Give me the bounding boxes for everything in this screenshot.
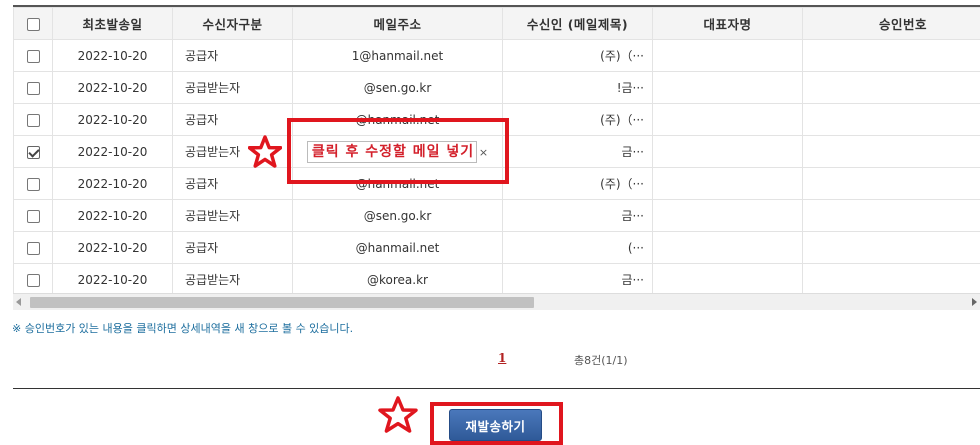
cell-email[interactable]: 1@hanmail.net: [292, 39, 503, 72]
cell-email[interactable]: @sen.go.kr: [292, 71, 503, 104]
row-checkbox[interactable]: [26, 273, 40, 287]
cell-date: 2022-10-20: [52, 103, 173, 136]
scroll-left-arrow-icon[interactable]: [16, 298, 21, 306]
header-ceo-name[interactable]: 대표자명: [652, 7, 803, 40]
row-checkbox[interactable]: [26, 81, 40, 95]
mail-table: 최초발송일 수신자구분 메일주소 수신인 (메일제목) 대표자명 승인번호 20…: [13, 7, 980, 293]
cell-date: 2022-10-20: [52, 263, 173, 293]
table-row[interactable]: 2022-10-20 공급자 @hanmail.net (··· !9: [13, 231, 980, 264]
row-checkbox[interactable]: [26, 49, 40, 63]
cell-recipient: 금···: [502, 199, 653, 232]
cell-type: 공급받는자: [172, 71, 293, 104]
table-row[interactable]: 2022-10-20 공급받는자 @sen.go.kr !금··· !9: [13, 71, 980, 104]
cell-email[interactable]: @sen.go.kr: [292, 199, 503, 232]
cell-recipient: 금···: [502, 263, 653, 293]
cell-ceo: [652, 263, 803, 293]
cell-ceo: [652, 103, 803, 136]
table-row[interactable]: 2022-10-20 공급자 @hanmail.net (주)（··· !1: [13, 103, 980, 136]
cell-approval[interactable]: !9: [802, 263, 980, 293]
total-count: 총8건(1/1): [574, 354, 628, 367]
table-row[interactable]: 2022-10-20 공급받는자 @sen.go.kr 금··· '4: [13, 199, 980, 232]
cell-recipient: (주)（···: [502, 39, 653, 72]
table-row[interactable]: 2022-10-20 공급받는자 클릭 후 수정할 메일 넣기× 금··· !1: [13, 135, 980, 168]
cell-date: 2022-10-20: [52, 199, 173, 232]
cell-date: 2022-10-20: [52, 231, 173, 264]
cell-type: 공급자: [172, 103, 293, 136]
cell-type: 공급자: [172, 39, 293, 72]
header-recipient-subject[interactable]: 수신인 (메일제목): [502, 7, 653, 40]
cell-ceo: [652, 39, 803, 72]
row-checkbox[interactable]: [26, 177, 40, 191]
cell-recipient: !금···: [502, 71, 653, 104]
select-all-header[interactable]: [13, 7, 53, 40]
cell-date: 2022-10-20: [52, 167, 173, 200]
cell-email[interactable]: @hanmail.net: [292, 103, 503, 136]
header-email[interactable]: 메일주소: [292, 7, 503, 40]
table-row[interactable]: 2022-10-20 공급자 1@hanmail.net (주)（··· !9: [13, 39, 980, 72]
cell-email-editing: 클릭 후 수정할 메일 넣기 ×: [292, 135, 503, 168]
cell-email[interactable]: @hanmail.net: [292, 231, 503, 264]
cell-type: 공급받는자: [172, 263, 293, 293]
cell-recipient: (주)（···: [502, 103, 653, 136]
cell-approval[interactable]: '4: [802, 167, 980, 200]
cell-ceo: [652, 71, 803, 104]
scroll-right-arrow-icon[interactable]: [972, 298, 977, 306]
mail-list-grid: 최초발송일 수신자구분 메일주소 수신인 (메일제목) 대표자명 승인번호 20…: [13, 5, 980, 293]
email-edit-input[interactable]: 클릭 후 수정할 메일 넣기: [306, 140, 477, 163]
cell-email[interactable]: @hanmail.net: [292, 167, 503, 200]
cell-approval[interactable]: !9: [802, 231, 980, 264]
cell-date: 2022-10-20: [52, 39, 173, 72]
cell-approval[interactable]: !9: [802, 39, 980, 72]
header-first-send-date[interactable]: 최초발송일: [52, 7, 173, 40]
cell-email[interactable]: @korea.kr: [292, 263, 503, 293]
cell-type: 공급자: [172, 231, 293, 264]
cell-type: 공급받는자: [172, 199, 293, 232]
cell-ceo: [652, 135, 803, 168]
cell-recipient: (주)（···: [502, 167, 653, 200]
cell-approval[interactable]: !9: [802, 71, 980, 104]
cell-recipient: 금···: [502, 135, 653, 168]
cell-type: 공급받는자: [172, 135, 293, 168]
table-header-row: 최초발송일 수신자구분 메일주소 수신인 (메일제목) 대표자명 승인번호: [13, 7, 980, 40]
page-link-1[interactable]: 1: [498, 351, 506, 365]
header-approval-number[interactable]: 승인번호: [802, 7, 980, 40]
resend-button[interactable]: 재발송하기: [449, 409, 542, 441]
scrollbar-thumb[interactable]: [30, 297, 534, 308]
cell-approval[interactable]: '4: [802, 199, 980, 232]
header-recipient-type[interactable]: 수신자구분: [172, 7, 293, 40]
row-checkbox[interactable]: [26, 241, 40, 255]
select-all-checkbox[interactable]: [26, 18, 40, 31]
cell-date: 2022-10-20: [52, 71, 173, 104]
table-row[interactable]: 2022-10-20 공급받는자 @korea.kr 금··· !9: [13, 263, 980, 293]
cell-recipient: (···: [502, 231, 653, 264]
star-icon: [378, 396, 418, 433]
horizontal-scrollbar[interactable]: [13, 293, 980, 310]
row-checkbox-checked[interactable]: [26, 145, 40, 159]
cell-ceo: [652, 231, 803, 264]
cell-date: 2022-10-20: [52, 135, 173, 168]
approval-notice: ※ 승인번호가 있는 내용을 클릭하면 상세내역을 새 창으로 볼 수 있습니다…: [12, 322, 354, 335]
row-checkbox[interactable]: [26, 209, 40, 223]
section-divider: [13, 388, 980, 389]
cell-approval[interactable]: !1: [802, 135, 980, 168]
cell-approval[interactable]: !1: [802, 103, 980, 136]
clear-icon[interactable]: ×: [479, 146, 488, 159]
row-checkbox[interactable]: [26, 113, 40, 127]
cell-ceo: [652, 167, 803, 200]
cell-ceo: [652, 199, 803, 232]
cell-type: 공급자: [172, 167, 293, 200]
table-row[interactable]: 2022-10-20 공급자 @hanmail.net (주)（··· '4: [13, 167, 980, 200]
